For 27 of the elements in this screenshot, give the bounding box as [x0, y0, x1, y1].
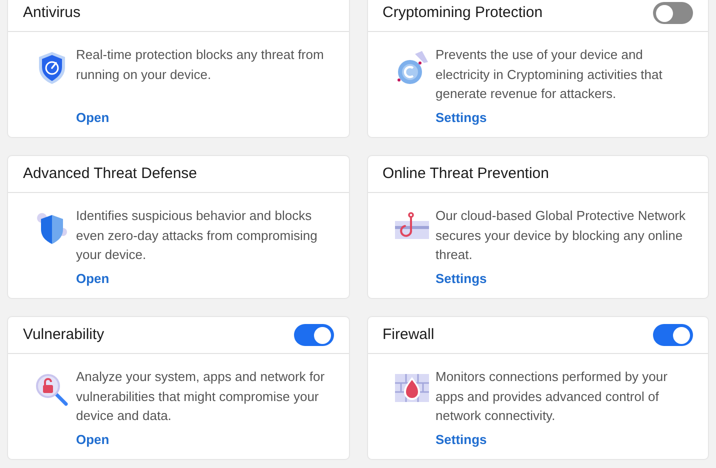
card-description: Prevents the use of your device and electricity in Cryptomining activities that generate revenue for attackers.	[436, 46, 664, 103]
card-description: Analyze your system, apps and network for vulnerabilities that might compromise your device and data.	[76, 368, 326, 425]
card-title: Online Threat Prevention	[382, 164, 549, 184]
card-description: Identifies suspicious behavior and blocks even zero-day attacks from compromising your device.	[76, 207, 318, 264]
card-description: Monitors connections performed by your apps and provides advanced control of network connectivity.	[436, 368, 668, 425]
magnifier-lock-icon	[35, 373, 69, 407]
card-title: Firewall	[382, 324, 434, 345]
toggle-switch[interactable]	[294, 324, 334, 346]
card-link[interactable]: Open	[76, 108, 110, 128]
firewall-icon	[394, 373, 428, 403]
shield-gauge-icon	[37, 51, 67, 85]
card-link[interactable]: Open	[76, 269, 110, 288]
card-description: Real-time protection blocks any threat from running on your device.	[76, 46, 325, 84]
shield-icon	[36, 212, 68, 246]
card-link[interactable]: Settings	[436, 108, 487, 128]
card-title: Advanced Threat Defense	[23, 164, 198, 184]
card-description: Our cloud-based Global Protective Network secures your device by blocking any online threat.	[436, 207, 687, 264]
card-title: Vulnerability	[23, 324, 104, 345]
hook-icon	[394, 212, 428, 242]
toggle-switch[interactable]	[653, 324, 693, 346]
card-title: Cryptomining Protection	[382, 2, 543, 23]
coin-icon	[394, 51, 428, 87]
card-link[interactable]: Open	[76, 430, 110, 450]
card-link[interactable]: Settings	[436, 430, 487, 450]
toggle-switch[interactable]	[653, 2, 693, 24]
card-title: Antivirus	[23, 2, 81, 23]
card-link[interactable]: Settings	[436, 269, 487, 288]
